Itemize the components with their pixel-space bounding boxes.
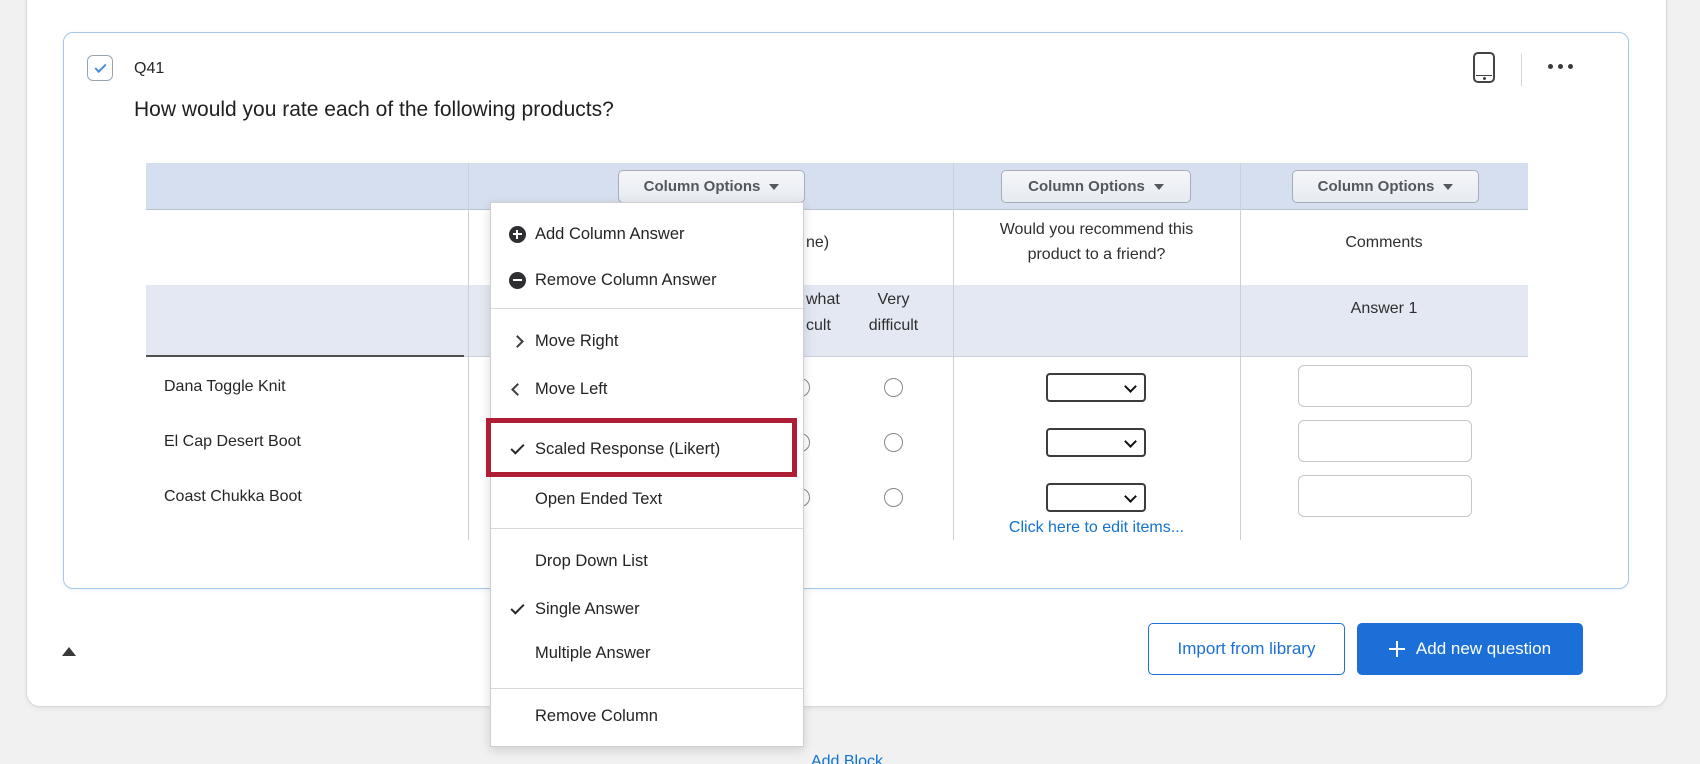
checkmark-icon [94, 60, 106, 72]
recommend-column-title[interactable]: Would you recommend this product to a fr… [953, 217, 1240, 267]
occluded-column-title-fragment: ne) [806, 234, 829, 252]
chevron-right-icon [504, 337, 530, 346]
collapse-question-caret[interactable] [62, 647, 76, 656]
menu-separator [491, 528, 803, 529]
menu-item-move-right[interactable]: Move Right [491, 318, 803, 364]
menu-item-remove-column-answer[interactable]: Remove Column Answer [491, 257, 803, 303]
chevron-down-icon [769, 184, 779, 190]
likert-radio-very-difficult[interactable] [884, 488, 903, 507]
comment-input[interactable] [1298, 420, 1472, 462]
question-id-label: Q41 [134, 60, 164, 78]
minus-circle-icon [504, 272, 530, 289]
row-label-column-underline [146, 355, 464, 357]
menu-item-drop-down-list[interactable]: Drop Down List [491, 538, 803, 584]
column-divider [468, 163, 469, 540]
menu-item-move-left[interactable]: Move Left [491, 366, 803, 412]
comments-answer-label[interactable]: Answer 1 [1240, 300, 1528, 318]
column-options-button-2[interactable]: Column Options [1001, 170, 1191, 203]
edit-items-link[interactable]: Click here to edit items... [953, 519, 1240, 537]
table-row-label[interactable]: Dana Toggle Knit [164, 378, 286, 396]
menu-item-single-answer[interactable]: Single Answer [491, 586, 803, 632]
chevron-down-icon [1443, 184, 1453, 190]
column-divider [1240, 163, 1241, 540]
mobile-preview-icon[interactable] [1473, 52, 1495, 83]
more-options-icon[interactable] [1548, 64, 1573, 69]
survey-builder-page: Q41 How would you rate each of the follo… [0, 0, 1700, 764]
menu-separator [491, 308, 803, 309]
occluded-scale-label-fragment: what cult [806, 287, 840, 339]
menu-item-add-column-answer[interactable]: Add Column Answer [491, 211, 803, 257]
chevron-down-icon [1124, 380, 1137, 393]
plus-circle-icon [504, 226, 530, 243]
chevron-down-icon [1154, 184, 1164, 190]
likert-radio-very-difficult[interactable] [884, 378, 903, 397]
comments-column-title[interactable]: Comments [1240, 234, 1528, 252]
chevron-down-icon [1124, 435, 1137, 448]
menu-item-open-ended-text[interactable]: Open Ended Text [491, 476, 803, 522]
table-row-label[interactable]: El Cap Desert Boot [164, 433, 301, 451]
header-divider [1521, 54, 1522, 86]
chevron-left-icon [504, 385, 530, 394]
checkmark-icon [504, 608, 530, 611]
recommend-select[interactable] [1046, 483, 1146, 512]
add-block-link[interactable]: Add Block [797, 753, 897, 764]
comment-input[interactable] [1298, 475, 1472, 517]
recommend-select[interactable] [1046, 373, 1146, 402]
menu-item-multiple-answer[interactable]: Multiple Answer [491, 630, 803, 676]
comment-input[interactable] [1298, 365, 1472, 407]
column-options-menu: Add Column Answer Remove Column Answer M… [490, 202, 804, 747]
likert-radio-very-difficult[interactable] [884, 433, 903, 452]
checkmark-icon [504, 448, 530, 451]
chevron-down-icon [1124, 490, 1137, 503]
question-select-checkbox[interactable] [87, 55, 113, 81]
plus-icon [1389, 641, 1405, 657]
menu-item-remove-column[interactable]: Remove Column [491, 693, 803, 739]
table-row-label[interactable]: Coast Chukka Boot [164, 488, 302, 506]
question-text[interactable]: How would you rate each of the following… [134, 98, 614, 122]
recommend-select[interactable] [1046, 428, 1146, 457]
import-from-library-button[interactable]: Import from library [1148, 623, 1345, 675]
add-new-question-button[interactable]: Add new question [1357, 623, 1583, 675]
menu-item-scaled-response[interactable]: Scaled Response (Likert) [491, 426, 803, 472]
menu-separator [491, 688, 803, 689]
column-options-button-1[interactable]: Column Options [618, 170, 805, 203]
scale-label-very-difficult: Very difficult [856, 287, 931, 339]
column-options-button-3[interactable]: Column Options [1292, 170, 1479, 203]
